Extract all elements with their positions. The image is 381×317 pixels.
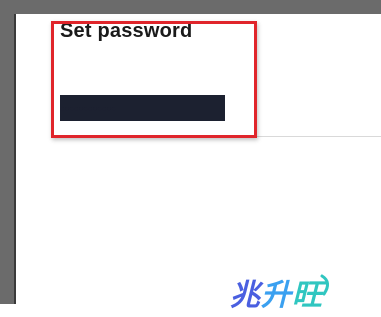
watermark-char-1: 兆 [230,278,261,313]
set-password-title: Set password [60,20,193,42]
watermark-swoosh-icon [320,274,329,296]
watermark-char-2: 升 [261,278,292,313]
section-divider [256,136,381,137]
window-frame-left [0,14,14,304]
watermark-logo: 兆升旺 [230,270,323,314]
password-input[interactable] [60,95,225,121]
window-frame-top [0,0,381,14]
dialog-panel [16,14,381,304]
